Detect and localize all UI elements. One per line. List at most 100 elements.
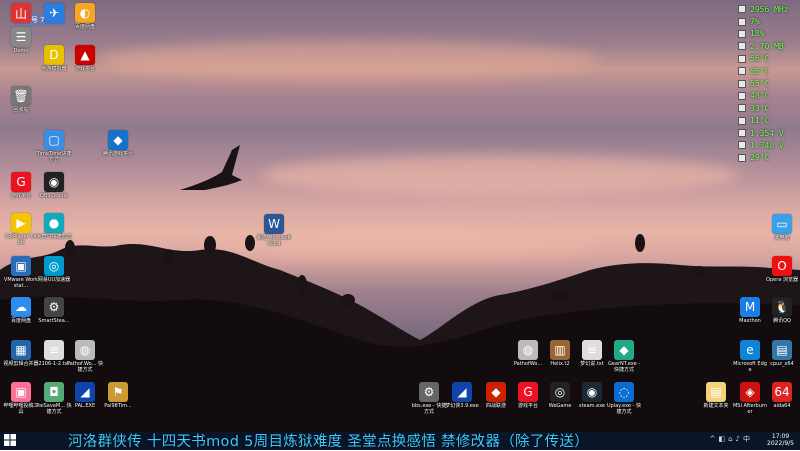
monitor-row: 1.354 V: [738, 127, 792, 139]
sensor-chip-icon: [738, 17, 746, 26]
sensor-value: 7%: [750, 17, 760, 27]
shortcut-label: cpuz_x64: [770, 361, 794, 367]
sensor-chip-icon: [738, 91, 746, 100]
shortcut-label: Pal98Tim...: [104, 403, 132, 409]
desktop-shortcut[interactable]: ▤ 新建文本夹: [698, 382, 734, 409]
shortcut-label: 四战联游: [485, 403, 506, 409]
tray-icon[interactable]: ♪: [736, 435, 740, 443]
desktop-shortcut[interactable]: ☁ 百度网盘: [3, 297, 39, 324]
shortcut-label: aida64: [773, 403, 791, 409]
shortcut-label: VMware Workstat...: [3, 277, 39, 289]
app-icon: ◉: [44, 172, 64, 192]
sensor-chip-icon: [738, 129, 746, 138]
desktop-shortcut[interactable]: ⚙ bbs.exe - 快捷方式: [411, 382, 447, 415]
shortcut-label: SmartStea...: [38, 318, 70, 324]
tray-icon[interactable]: 中: [743, 434, 750, 444]
shortcut-label: TimeTime快捷方式: [36, 151, 72, 163]
shortcut-label: bbs.exe - 快捷方式: [411, 403, 447, 415]
tray-icon[interactable]: ^: [710, 435, 716, 443]
flying-bird: [180, 145, 242, 190]
sensor-chip-icon: [738, 5, 746, 14]
desktop-shortcut[interactable]: M Maxthon: [732, 297, 768, 324]
desktop-shortcut[interactable]: ▢ TimeTime快捷方式: [36, 130, 72, 163]
desktop-shortcut[interactable]: ◆ GearNT.exe - 快捷方式: [606, 340, 642, 373]
sensor-value: 33°C: [750, 103, 770, 113]
app-icon: e: [740, 340, 760, 360]
app-icon: ◆: [108, 130, 128, 150]
desktop-shortcut[interactable]: ◢ PAL.EXE: [67, 382, 103, 409]
sensor-value: 56°C: [750, 54, 770, 64]
app-icon: D: [44, 45, 64, 65]
desktop-shortcut[interactable]: ☰ Demo: [3, 27, 39, 54]
sensor-value: 18%: [750, 29, 765, 39]
desktop-shortcut[interactable]: ▣ VMware Workstat...: [3, 256, 39, 289]
desktop-shortcut[interactable]: ≡ 梦幻说.txt: [574, 340, 610, 367]
app-icon: ▢: [44, 130, 64, 150]
tree-silhouette: [0, 145, 800, 432]
desktop-shortcut[interactable]: G 游戏平台: [510, 382, 546, 409]
desktop-shortcut[interactable]: 🗑 回收站: [3, 86, 39, 113]
shortcut-label: 游戏平台: [517, 403, 538, 409]
desktop-shortcut[interactable]: ▤ cpuz_x64: [764, 340, 800, 367]
shortcut-label: OBS Studio: [40, 193, 68, 199]
app-icon: ▣: [11, 256, 31, 276]
app-icon: ▲: [75, 45, 95, 65]
desktop-shortcut[interactable]: ◢ 梦幻侠3.9.exe: [444, 382, 480, 409]
desktop-shortcut[interactable]: ◉ OBS Studio: [36, 172, 72, 199]
desktop-shortcut[interactable]: ▲ 游戏平台: [67, 45, 103, 72]
shortcut-label: PathofWo...: [513, 361, 543, 367]
shortcut-label: MSI Afterburner: [732, 403, 768, 415]
app-icon: ◍: [75, 340, 95, 360]
shortcut-label: 新建文本夹: [703, 403, 729, 409]
app-icon: ◌: [614, 382, 634, 402]
desktop-shortcut[interactable]: ◉ steam.exe: [574, 382, 610, 409]
desktop-shortcut[interactable]: 山: [3, 3, 39, 24]
desktop-shortcut[interactable]: ◆ 四战联游: [478, 382, 514, 409]
desktop-shortcut[interactable]: ⚙ SmartStea...: [36, 297, 72, 324]
monitor-row: 33°C: [738, 102, 792, 114]
app-icon: ◈: [740, 382, 760, 402]
sensor-chip-icon: [738, 141, 746, 150]
app-icon: M: [740, 297, 760, 317]
desktop-shortcut[interactable]: ◐ 百度网盘: [67, 3, 103, 30]
tray-icon[interactable]: ◧: [718, 435, 725, 443]
windows-start-icon[interactable]: [4, 434, 16, 446]
shortcut-label: PotPlayer 64 bit: [5, 234, 37, 246]
desktop-shortcut[interactable]: ● 大司马快捷方式: [36, 213, 72, 240]
desktop-shortcut[interactable]: ⚑ Pal98Tim...: [100, 382, 136, 409]
desktop-shortcut[interactable]: 64 aida64: [764, 382, 800, 409]
app-icon: ◆: [614, 340, 634, 360]
shortcut-label: 新建 Microsoft Word: [256, 235, 292, 247]
desktop-shortcut[interactable]: ▶ PotPlayer 64 bit: [3, 213, 39, 246]
tray-icon[interactable]: ⌂: [728, 435, 732, 443]
app-icon: ◢: [452, 382, 472, 402]
desktop-shortcut[interactable]: ▭ 此电脑: [764, 214, 800, 241]
app-icon: O: [772, 256, 792, 276]
shortcut-label: 游戏平台: [10, 193, 31, 199]
desktop-shortcut[interactable]: O Opera 浏览器: [764, 256, 800, 283]
desktop-shortcut[interactable]: ▥ Helix.t2: [542, 340, 578, 367]
shortcut-label: 回收站: [13, 107, 29, 113]
desktop-shortcut[interactable]: ◍ PathofWo...: [510, 340, 546, 367]
desktop-shortcut[interactable]: 🐧 腾讯QQ: [764, 297, 800, 324]
desktop-shortcut[interactable]: ◆ 腾讯游戏平台: [100, 130, 136, 157]
monitor-row: 2956 MHz: [738, 3, 792, 15]
desktop-shortcut[interactable]: ◎ WeGame: [542, 382, 578, 409]
desktop-shortcut[interactable]: ◌ Uplay.exe - 快捷方式: [606, 382, 642, 415]
shortcut-label: Helix.t2: [550, 361, 570, 367]
desktop-shortcut[interactable]: ▣ 哔哩哔哩投稿工具: [3, 382, 39, 415]
app-icon: ◍: [518, 340, 538, 360]
desktop-shortcut[interactable]: ▦ 视频剪辑合并器: [3, 340, 39, 367]
shortcut-label: 百度网盘: [74, 24, 95, 30]
shortcut-label: 视频剪辑合并器: [3, 361, 39, 367]
app-icon: ▶: [11, 213, 31, 233]
desktop-shortcut[interactable]: ◈ MSI Afterburner: [732, 382, 768, 415]
app-icon: ⚙: [419, 382, 439, 402]
desktop-shortcut[interactable]: G 游戏平台: [3, 172, 39, 199]
taskbar-clock[interactable]: 17:09 2022/9/5: [767, 433, 794, 447]
desktop-shortcut[interactable]: ◍ Pathof.Wo... 快捷方式: [67, 340, 103, 373]
app-icon: ◘: [44, 382, 64, 402]
desktop-shortcut[interactable]: ◎ 网易UU加速器: [36, 256, 72, 283]
desktop-shortcut[interactable]: e Microsoft Edge: [732, 340, 768, 373]
desktop-shortcut[interactable]: W 新建 Microsoft Word: [256, 214, 292, 247]
